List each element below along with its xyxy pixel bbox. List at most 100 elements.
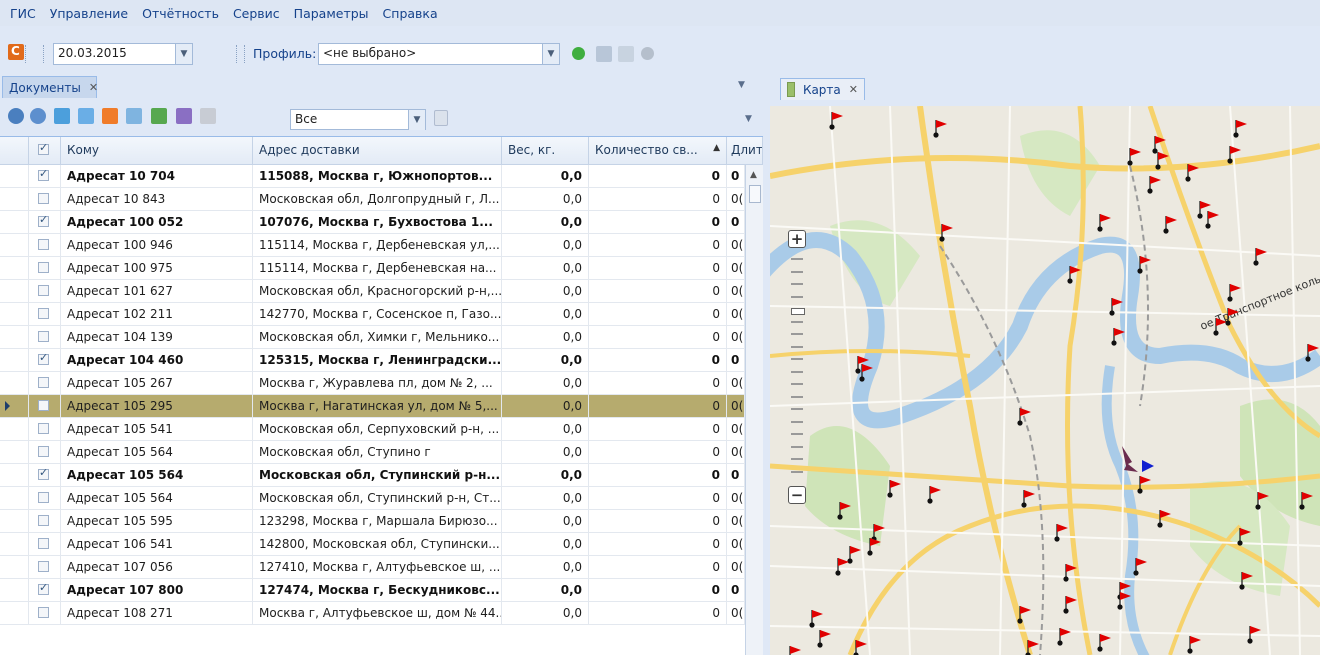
delivery-flag-icon[interactable] bbox=[853, 640, 867, 655]
menu-reports[interactable]: Отчётность bbox=[135, 6, 226, 21]
map-view[interactable]: ое Транспортное коль + − bbox=[770, 106, 1320, 655]
table-row[interactable]: Адресат 105 564 Московская обл, Ступино г… bbox=[0, 441, 763, 464]
delivery-flag-icon[interactable] bbox=[1137, 256, 1151, 274]
row-checkbox[interactable] bbox=[38, 581, 49, 595]
row-checkbox-cell[interactable] bbox=[29, 533, 61, 555]
close-icon[interactable]: ✕ bbox=[849, 83, 858, 96]
row-checkbox[interactable] bbox=[38, 377, 49, 388]
chevron-down-icon[interactable]: ▼ bbox=[408, 110, 425, 130]
row-checkbox-cell[interactable] bbox=[29, 372, 61, 394]
refresh-icon[interactable] bbox=[8, 44, 24, 60]
row-checkbox[interactable] bbox=[38, 607, 49, 618]
table-row[interactable]: Адресат 105 564Московская обл, Ступински… bbox=[0, 487, 763, 510]
row-checkbox[interactable] bbox=[38, 466, 49, 480]
scroll-up-icon[interactable]: ▲ bbox=[750, 170, 757, 180]
table-row[interactable]: Адресат 100 946 115114, Москва г, Дербене… bbox=[0, 234, 763, 257]
zoom-tick[interactable] bbox=[791, 320, 803, 323]
zoom-tick[interactable] bbox=[791, 345, 803, 348]
row-checkbox-cell[interactable] bbox=[29, 303, 61, 325]
zoom-tick[interactable] bbox=[791, 370, 803, 373]
row-checkbox[interactable] bbox=[38, 285, 49, 296]
delivery-flag-icon[interactable] bbox=[1147, 176, 1161, 194]
table-row[interactable]: Адресат 102 211 142770, Москва г, Сосенск… bbox=[0, 303, 763, 326]
row-checkbox[interactable] bbox=[38, 446, 49, 457]
delivery-flag-icon[interactable] bbox=[1097, 214, 1111, 232]
import-icon[interactable] bbox=[151, 108, 167, 124]
calendar-icon[interactable] bbox=[126, 108, 142, 124]
vertical-scrollbar[interactable]: ▲ bbox=[745, 165, 763, 655]
zoom-tick[interactable] bbox=[791, 383, 803, 385]
add-profile-icon[interactable] bbox=[572, 47, 585, 60]
row-checkbox[interactable] bbox=[38, 262, 49, 273]
delivery-flag-icon[interactable] bbox=[1063, 596, 1077, 614]
toolbar-overflow-icon[interactable]: ▼ bbox=[745, 114, 752, 124]
zoom-tick[interactable] bbox=[791, 458, 803, 460]
zoom-tick[interactable] bbox=[791, 395, 803, 398]
select-all-checkbox[interactable] bbox=[29, 137, 61, 164]
route-icon[interactable] bbox=[176, 108, 192, 124]
table-row[interactable]: Адресат 106 541 142800, Московская обл, С… bbox=[0, 533, 763, 556]
delivery-flag-icon[interactable] bbox=[1127, 148, 1141, 166]
delivery-flag-icon[interactable] bbox=[1227, 284, 1241, 302]
row-checkbox-cell[interactable] bbox=[29, 441, 61, 463]
table-row[interactable]: Адресат 107 800127474, Москва г, Бескудн… bbox=[0, 579, 763, 602]
row-checkbox[interactable] bbox=[38, 213, 49, 227]
zoom-out-button[interactable]: − bbox=[788, 486, 806, 504]
row-checkbox[interactable] bbox=[38, 538, 49, 549]
row-checkbox-cell[interactable] bbox=[29, 165, 61, 187]
row-checkbox[interactable] bbox=[38, 193, 49, 204]
table-row[interactable]: Адресат 100 975 115114, Москва г, Дербене… bbox=[0, 257, 763, 280]
column-header-to[interactable]: Кому bbox=[61, 137, 253, 164]
document-export-icon[interactable] bbox=[102, 108, 118, 124]
delivery-flag-icon[interactable] bbox=[1187, 636, 1201, 654]
delivery-flag-icon[interactable] bbox=[1097, 634, 1111, 652]
menu-help[interactable]: Справка bbox=[376, 6, 445, 21]
zoom-tick[interactable] bbox=[791, 270, 803, 273]
row-checkbox[interactable] bbox=[38, 400, 49, 411]
row-checkbox-cell[interactable] bbox=[29, 234, 61, 256]
row-checkbox-cell[interactable] bbox=[29, 464, 61, 486]
tab-map[interactable]: Карта ✕ bbox=[780, 78, 865, 100]
clock-icon[interactable] bbox=[8, 108, 24, 124]
table-row[interactable]: Адресат 10 704115088, Москва г, Южнопорт… bbox=[0, 165, 763, 188]
zoom-slider-thumb[interactable] bbox=[791, 308, 805, 315]
date-picker[interactable]: 20.03.2015 ▼ bbox=[53, 43, 193, 65]
chevron-down-icon[interactable]: ▼ bbox=[542, 44, 559, 64]
delivery-flag-icon[interactable] bbox=[1205, 211, 1219, 229]
zoom-tick[interactable] bbox=[791, 420, 803, 423]
row-checkbox[interactable] bbox=[38, 515, 49, 526]
tab-documents[interactable]: Документы ✕ bbox=[2, 76, 98, 98]
delivery-flag-icon[interactable] bbox=[1163, 216, 1177, 234]
delivery-flag-icon[interactable] bbox=[847, 546, 861, 564]
edit-profile-icon[interactable] bbox=[596, 46, 612, 62]
row-checkbox-cell[interactable] bbox=[29, 257, 61, 279]
row-checkbox-cell[interactable] bbox=[29, 579, 61, 601]
column-header-address[interactable]: Адрес доставки bbox=[253, 137, 502, 164]
new-document-icon[interactable] bbox=[54, 108, 70, 124]
row-checkbox[interactable] bbox=[38, 239, 49, 250]
delivery-flag-icon[interactable] bbox=[1017, 606, 1031, 624]
row-checkbox-cell[interactable] bbox=[29, 602, 61, 624]
scroll-thumb[interactable] bbox=[749, 185, 761, 203]
copy-profile-icon[interactable] bbox=[618, 46, 634, 62]
table-row[interactable]: Адресат 100 052107076, Москва г, Бухвост… bbox=[0, 211, 763, 234]
zoom-tick[interactable] bbox=[791, 295, 803, 298]
document-icon[interactable] bbox=[78, 108, 94, 124]
filter-icon[interactable] bbox=[200, 108, 216, 124]
delivery-flag-icon[interactable] bbox=[927, 486, 941, 504]
settings-icon[interactable] bbox=[30, 108, 46, 124]
table-row[interactable]: Адресат 105 595 123298, Москва г, Маршала… bbox=[0, 510, 763, 533]
zoom-tick[interactable] bbox=[791, 445, 803, 448]
table-row[interactable]: Адресат 104 139 Московская обл, Химки г, … bbox=[0, 326, 763, 349]
copy-icon[interactable] bbox=[434, 110, 448, 126]
delivery-flag-icon[interactable] bbox=[809, 610, 823, 628]
zoom-tick[interactable] bbox=[791, 333, 803, 335]
column-header-weight[interactable]: Вес, кг. bbox=[502, 137, 589, 164]
delivery-flag-icon[interactable] bbox=[817, 630, 831, 648]
menu-gis[interactable]: ГИС bbox=[0, 6, 43, 21]
row-checkbox-cell[interactable] bbox=[29, 418, 61, 440]
table-row[interactable]: Адресат 105 564Московская обл, Ступински… bbox=[0, 464, 763, 487]
row-checkbox[interactable] bbox=[38, 423, 49, 434]
row-checkbox-cell[interactable] bbox=[29, 280, 61, 302]
close-icon[interactable]: ✕ bbox=[89, 81, 98, 94]
